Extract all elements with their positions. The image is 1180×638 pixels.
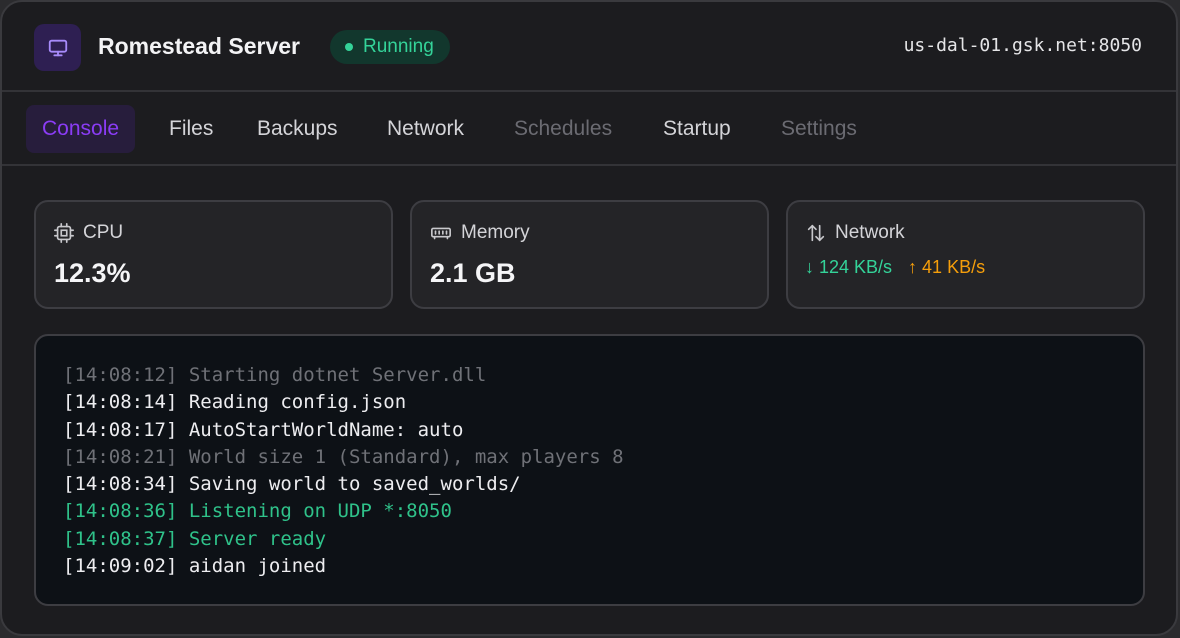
memory-label-row: Memory <box>429 222 530 244</box>
console-line: [14:08:36] Listening on UDP *:8050 <box>63 498 624 525</box>
cpu-card: CPU 12.3% <box>34 200 393 309</box>
monitor-icon <box>34 24 81 71</box>
log-message: aidan joined <box>188 555 327 578</box>
tab-startup[interactable]: Startup <box>647 105 747 153</box>
network-download-rate: ↓ 124 KB/s <box>805 257 893 277</box>
console-line: [14:08:17] AutoStartWorldName: auto <box>63 417 624 444</box>
log-message: AutoStartWorldName: auto <box>188 418 464 441</box>
memory-icon <box>429 222 453 244</box>
log-message: Listening on UDP *:8050 <box>188 500 452 523</box>
log-message: Server ready <box>188 527 327 550</box>
console-line: [14:08:12] Starting dotnet Server.dll <box>63 362 624 389</box>
tab-files[interactable]: Files <box>153 105 229 153</box>
console-line: [14:08:37] Server ready <box>63 526 624 553</box>
memory-value: 2.1 GB <box>430 258 516 288</box>
log-timestamp: [14:08:12] <box>63 364 178 386</box>
console-line: [14:08:21] World size 1 (Standard), max … <box>63 444 624 471</box>
network-card: Network ↓ 124 KB/s ↑ 41 KB/s <box>786 200 1145 309</box>
console-line: [14:09:02] aidan joined <box>63 553 624 580</box>
network-upload-rate: ↑ 41 KB/s <box>908 257 986 277</box>
console-output[interactable]: [14:08:12] Starting dotnet Server.dll [1… <box>34 334 1145 606</box>
cpu-icon <box>53 222 75 244</box>
log-timestamp: [14:08:21] <box>63 445 178 468</box>
network-label: Network <box>835 222 905 243</box>
cpu-label-row: CPU <box>53 222 123 244</box>
server-address: us-dal-01.gsk.net:8050 <box>903 35 1142 56</box>
log-timestamp: [14:09:02] <box>63 555 178 578</box>
tab-schedules[interactable]: Schedules <box>498 105 628 153</box>
log-message: World size 1 (Standard), max players 8 <box>188 445 624 468</box>
server-title: Romestead Server <box>98 33 300 59</box>
memory-card: Memory 2.1 GB <box>410 200 769 309</box>
log-timestamp: [14:08:37] <box>63 527 178 550</box>
log-timestamp: [14:08:34] <box>63 473 178 496</box>
transfer-arrows-icon <box>805 222 827 244</box>
console-log: [14:08:12] Starting dotnet Server.dll [1… <box>63 362 624 580</box>
cpu-label: CPU <box>83 222 124 243</box>
log-timestamp: [14:08:17] <box>63 418 178 441</box>
memory-label: Memory <box>461 222 530 243</box>
tab-bar: Console Files Backups Network Schedules … <box>2 92 1176 166</box>
tab-console[interactable]: Console <box>26 105 136 153</box>
cpu-value: 12.3% <box>54 258 131 288</box>
status-dot-icon <box>345 43 353 51</box>
tab-settings[interactable]: Settings <box>765 105 873 153</box>
status-label: Running <box>363 36 434 57</box>
console-line: [14:08:14] Reading config.json <box>63 389 624 416</box>
server-header: Romestead Server Running us-dal-01.gsk.n… <box>2 2 1176 92</box>
server-panel: Romestead Server Running us-dal-01.gsk.n… <box>0 0 1178 636</box>
log-message: Reading config.json <box>188 391 407 414</box>
status-badge: Running <box>330 30 450 64</box>
network-rates: ↓ 124 KB/s ↑ 41 KB/s <box>805 257 985 278</box>
log-timestamp: [14:08:14] <box>63 391 178 414</box>
network-label-row: Network <box>805 222 905 244</box>
console-line: [14:08:34] Saving world to saved_worlds/ <box>63 471 624 498</box>
log-message: Saving world to saved_worlds/ <box>188 473 521 496</box>
tab-backups[interactable]: Backups <box>241 105 354 153</box>
log-message: Starting dotnet Server.dll <box>188 364 487 386</box>
tab-network[interactable]: Network <box>371 105 480 153</box>
log-timestamp: [14:08:36] <box>63 500 178 523</box>
